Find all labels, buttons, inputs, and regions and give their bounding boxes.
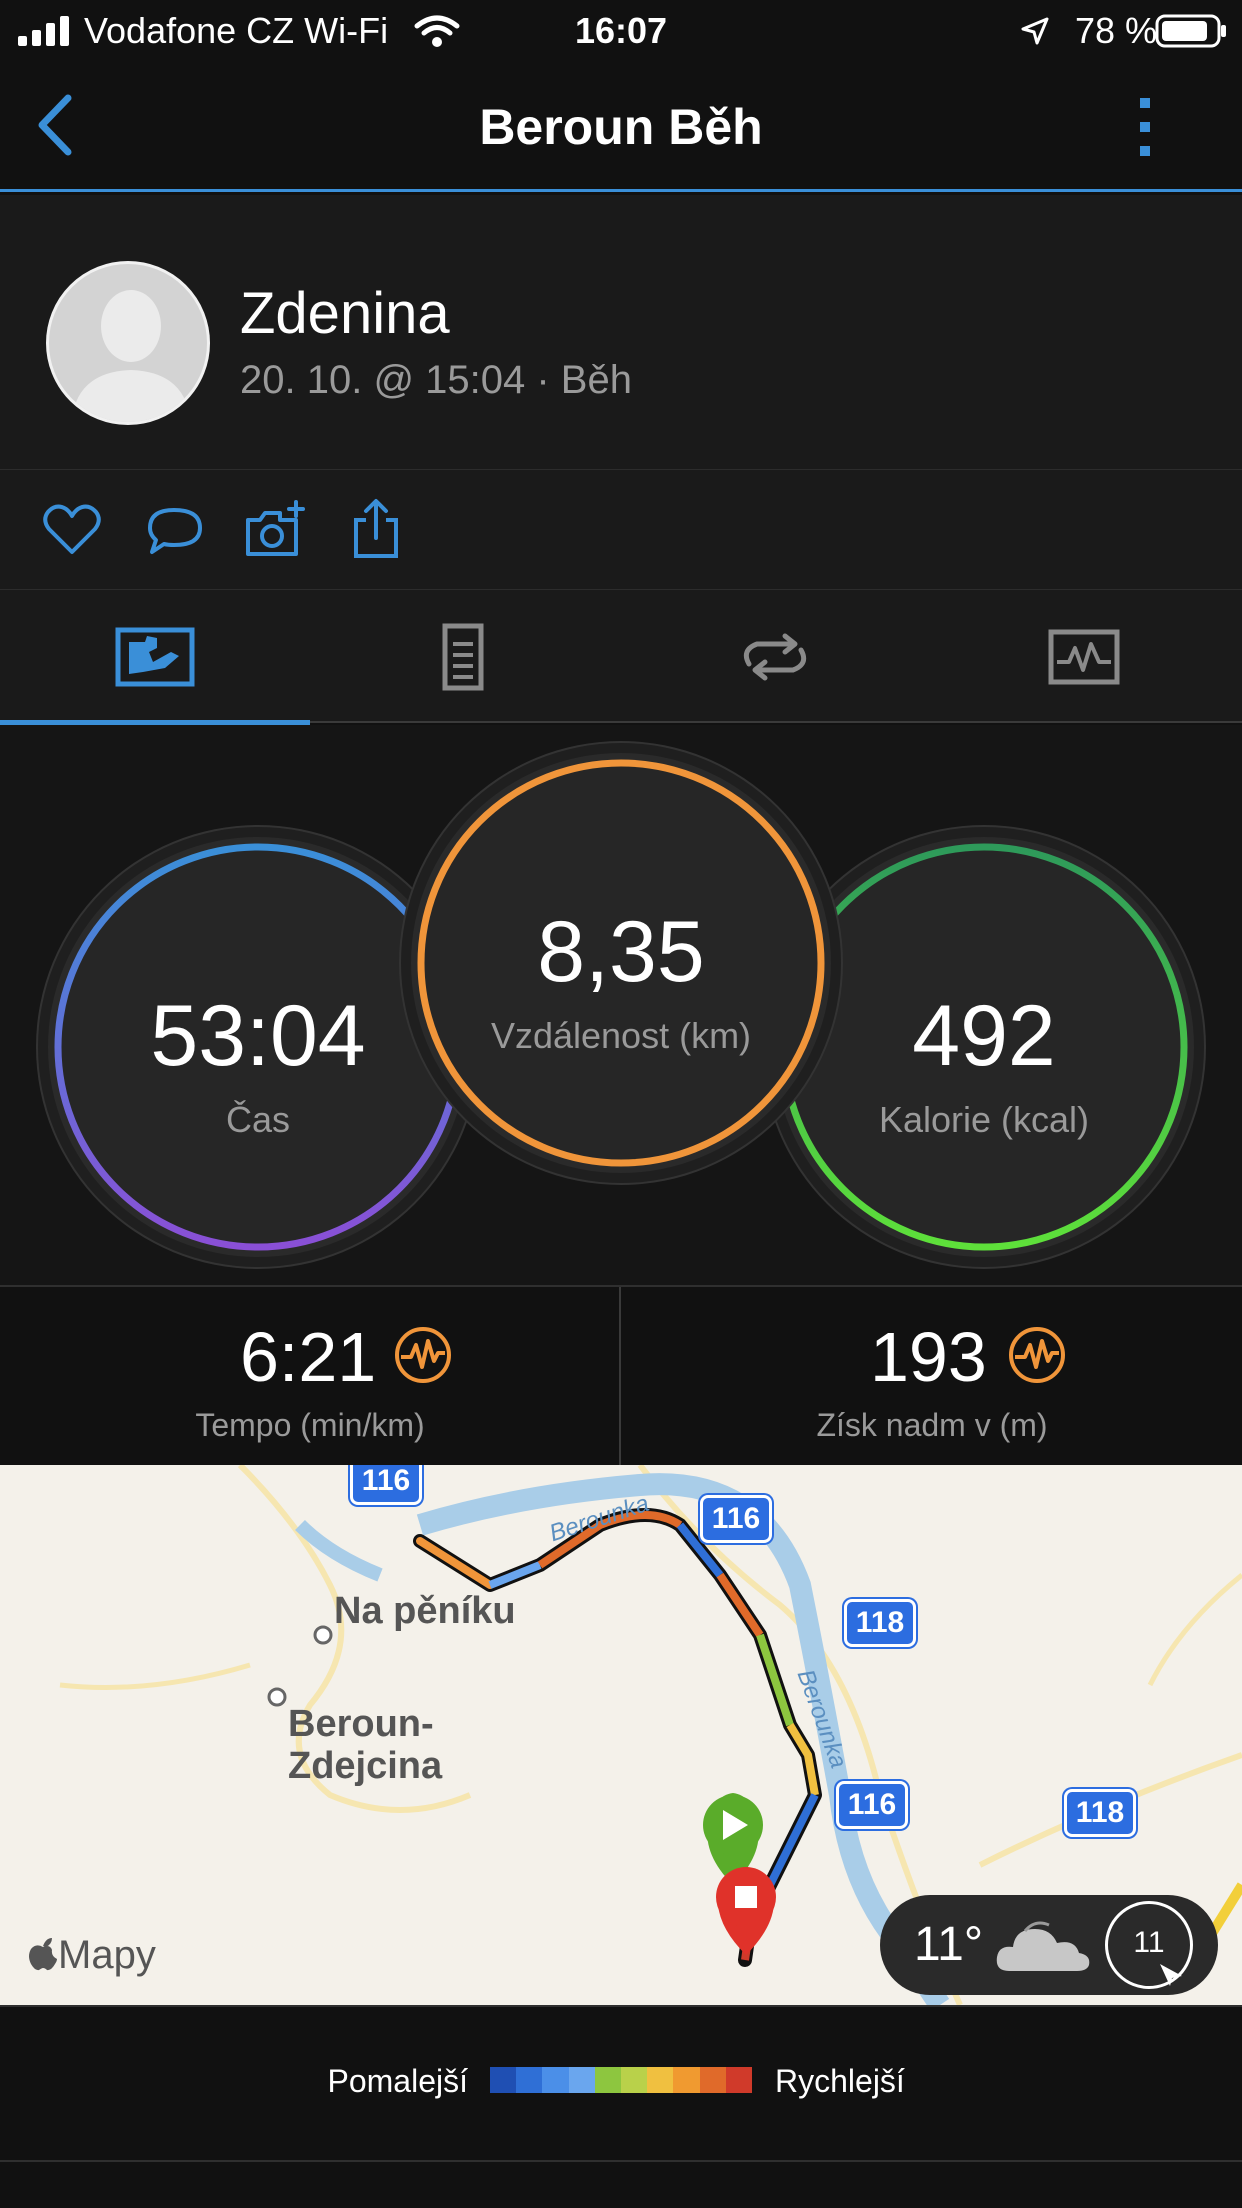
map-credit: Mapy [28,1933,156,1978]
legend-slow-label: Pomalejší [327,2063,469,2099]
distance-value: 8,35 [537,904,705,1000]
battery-icon [1155,14,1226,48]
share-icon [354,499,398,558]
tab-laps[interactable] [620,590,930,723]
time-value: 53:04 [150,988,366,1084]
activity-graph-icon [1048,629,1120,685]
wind-speed-dial: 11 [1105,1901,1193,1989]
end-marker[interactable] [716,1867,776,1955]
map-chart-icon [115,627,195,687]
wind-direction-icon [1160,1964,1182,1986]
legend-color-swatch [725,2067,752,2093]
metrics-divider [619,1287,621,1467]
time-ring: 53:04 Čas [48,837,468,1257]
road-number-badge: 116 [700,1495,772,1543]
user-name[interactable]: Zdenina [240,280,450,347]
place-label: Beroun- [288,1703,434,1745]
avatar[interactable] [46,261,210,425]
legend-color-swatch [594,2067,621,2093]
summary-stats: 53:04 Čas 492 Kalorie (kcal) 8,35 Vzdále… [0,725,1242,1285]
location-arrow-icon [1021,17,1049,45]
activity-owner: Zdenina 20. 10. @ 15:04 · Běh [0,195,1242,470]
calories-value: 492 [912,988,1056,1084]
clock: 16:07 [574,10,668,51]
apple-logo-icon [29,1938,57,1971]
elevation-value: 193 [870,1318,987,1396]
pace-metric[interactable]: 6:21 Tempo (min/km) [0,1287,620,1467]
calories-ring: 492 Kalorie (kcal) [774,837,1194,1257]
legend-color-swatch [699,2067,726,2093]
legend-color-swatch [516,2067,543,2093]
heart-icon [43,504,101,554]
pulse-badge-icon [395,1327,451,1383]
legend-color-swatch [490,2067,517,2093]
wind-speed-value: 11 [1133,1926,1165,1959]
vertical-dots-icon [1140,98,1150,156]
time-label: Čas [225,1099,291,1140]
more-options-button[interactable] [1120,92,1170,162]
road-number-badge: 116 [836,1781,908,1829]
camera-add-icon [246,500,305,556]
legend-color-swatch [673,2067,700,2093]
activity-date-type: 20. 10. @ 15:04 · Běh [240,358,632,402]
legend-fast-label: Rychlejší [775,2063,905,2099]
activity-tabs [0,590,1242,725]
pace-value: 6:21 [240,1318,377,1396]
comment-icon [148,508,202,554]
legend-color-swatch [647,2067,674,2093]
laps-loop-icon [743,633,807,681]
tab-map-overview[interactable] [0,590,310,725]
weather-temperature: 11° [914,1918,984,1971]
nav-bar: Beroun Běh [0,62,1242,192]
share-button[interactable] [344,498,408,562]
tab-charts[interactable] [930,590,1240,723]
legend-color-swatch [568,2067,595,2093]
page-title: Beroun Běh [479,99,763,155]
weather-badge[interactable]: 11° 11 [880,1895,1218,1995]
comment-button[interactable] [142,498,206,562]
elevation-metric[interactable]: 193 Získ nadm v (m) [622,1287,1242,1467]
cloud-icon [996,1921,1090,1971]
status-bar: Vodafone CZ Wi-Fi 16:07 78 % [0,0,1242,62]
pulse-badge-icon [1009,1327,1065,1383]
document-list-icon [442,623,484,691]
road-number-badge: 118 [1064,1789,1136,1837]
distance-ring: 8,35 Vzdálenost (km) [411,753,831,1173]
bottom-strip [0,2162,1242,2208]
social-actions [0,470,1242,590]
distance-label: Vzdálenost (km) [490,1015,752,1056]
legend-color-swatch [542,2067,569,2093]
battery-percent: 78 % [1075,10,1158,51]
like-button[interactable] [40,498,104,562]
user-silhouette-icon [71,290,191,422]
place-label: Na pěníku [334,1590,516,1632]
tab-details[interactable] [310,590,620,723]
road-number-badge: 118 [844,1599,916,1647]
pace-color-scale [490,2067,752,2093]
elevation-label: Získ nadm v (m) [816,1407,1048,1443]
secondary-metrics: 6:21 Tempo (min/km) 193 Získ nadm v (m) [0,1285,1242,1467]
road-number-badge: 116 [350,1465,422,1505]
route-map[interactable]: Na pěníku Beroun- Zdejcina Berounka Bero… [0,1465,1242,2005]
pace-legend: Pomalejší Rychlejší [0,2005,1242,2162]
map-credit-text: Mapy [58,1933,156,1977]
calories-label: Kalorie (kcal) [878,1099,1090,1140]
legend-color-swatch [620,2067,648,2093]
place-label: Zdejcina [288,1745,443,1787]
pace-label: Tempo (min/km) [195,1407,425,1443]
add-photo-button[interactable] [244,498,308,562]
